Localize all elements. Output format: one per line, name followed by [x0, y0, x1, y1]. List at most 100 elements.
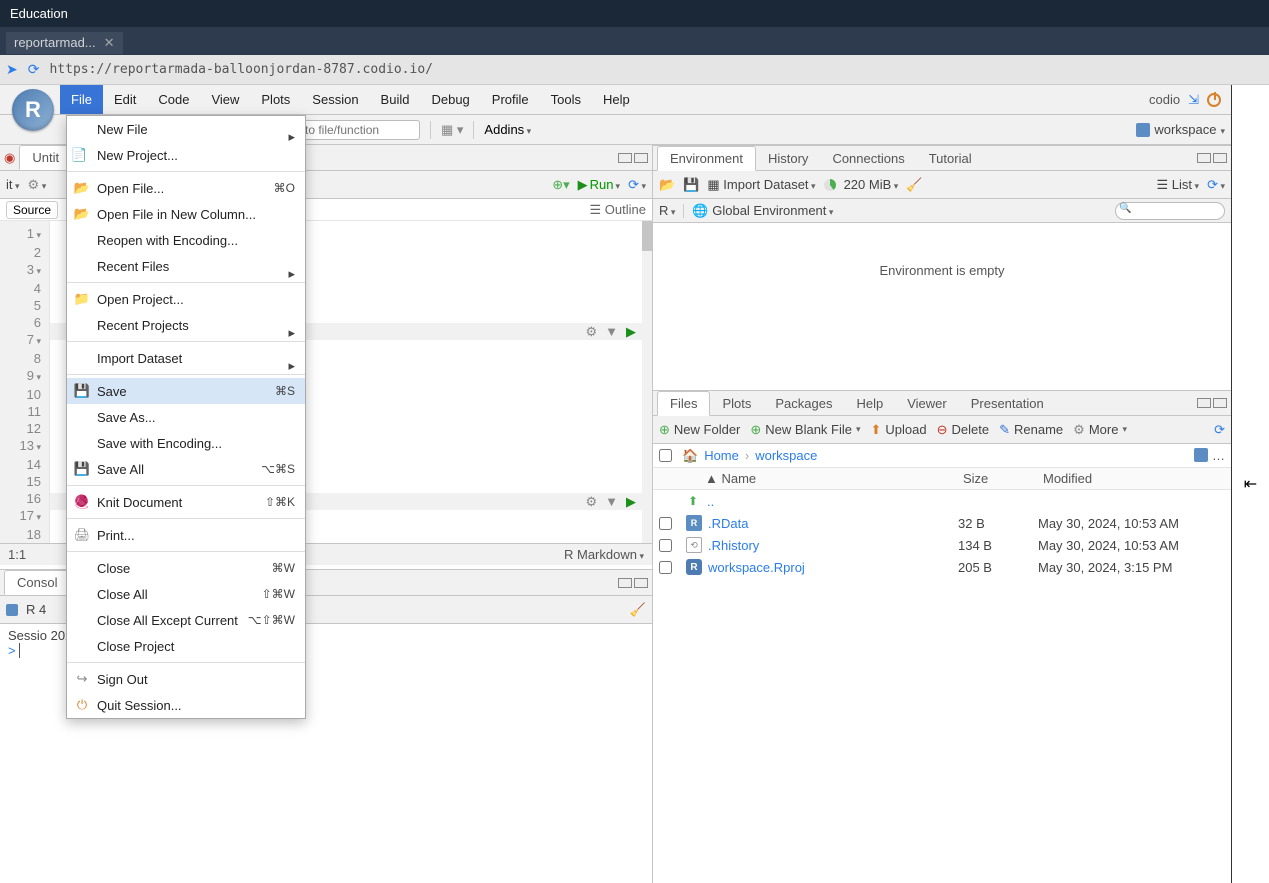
goto-file-input[interactable] [300, 120, 420, 140]
menu-profile[interactable]: Profile [481, 85, 540, 114]
menu-item-recent-projects[interactable]: Recent Projects [67, 312, 305, 338]
menu-item-new-project[interactable]: 📄New Project... [67, 142, 305, 168]
close-tab-icon[interactable]: ✕ [104, 35, 115, 51]
menu-help[interactable]: Help [592, 85, 641, 114]
menu-item-close-project[interactable]: Close Project [67, 633, 305, 659]
upload-button[interactable]: ⬆Upload [871, 422, 927, 438]
menu-file[interactable]: File [60, 85, 103, 114]
gear-icon[interactable]: ⚙ [28, 177, 47, 193]
tab-tutorial[interactable]: Tutorial [917, 147, 984, 170]
more-path-icon[interactable]: … [1212, 448, 1225, 463]
menu-item-close-all[interactable]: Close All⇧⌘W [67, 581, 305, 607]
grid-icon[interactable]: ▦ ▾ [441, 122, 463, 138]
minimize-pane-icon[interactable] [618, 578, 632, 588]
url-display[interactable]: https://reportarmada-balloonjordan-8787.… [49, 62, 433, 77]
run-above-icon[interactable]: ▼ [605, 323, 618, 340]
minimize-pane-icon[interactable] [1197, 153, 1211, 163]
menu-item-print[interactable]: 🖨Print... [67, 522, 305, 548]
open-external-icon[interactable]: ⇲ [1188, 92, 1199, 108]
run-button[interactable]: ▶Run [578, 177, 620, 193]
maximize-pane-icon[interactable] [1213, 398, 1227, 408]
insert-chunk-icon[interactable]: ⊕▾ [552, 177, 569, 193]
doc-type-selector[interactable]: R Markdown [564, 547, 644, 562]
run-chunk-icon[interactable]: ▶ [626, 493, 636, 510]
scrollbar-thumb[interactable] [642, 221, 652, 251]
menu-item-close-all-except-current[interactable]: Close All Except Current⌥⇧⌘W [67, 607, 305, 633]
chunk-gear-icon[interactable]: ⚙ [585, 493, 597, 510]
source-mode-button[interactable]: Source [6, 201, 58, 219]
load-workspace-icon[interactable]: 📂 [659, 177, 675, 193]
breadcrumb-home[interactable]: Home [704, 448, 739, 463]
more-button[interactable]: ⚙More [1073, 422, 1127, 438]
delete-button[interactable]: ⊖Delete [937, 422, 989, 438]
maximize-pane-icon[interactable] [634, 153, 648, 163]
select-all-checkbox[interactable] [659, 449, 672, 462]
editor-tab[interactable]: Untit [19, 145, 72, 170]
maximize-pane-icon[interactable] [634, 578, 648, 588]
new-folder-button[interactable]: ⊕New Folder [659, 422, 740, 438]
minimize-pane-icon[interactable] [618, 153, 632, 163]
tab-help[interactable]: Help [844, 392, 895, 415]
menu-item-open-file-in-new-column[interactable]: 📂Open File in New Column... [67, 201, 305, 227]
maximize-pane-icon[interactable] [1213, 153, 1227, 163]
menu-build[interactable]: Build [370, 85, 421, 114]
new-blank-file-button[interactable]: ⊕New Blank File [750, 422, 860, 438]
save-workspace-icon[interactable]: 💾 [683, 177, 699, 193]
menu-item-quit-session[interactable]: ⏻Quit Session... [67, 692, 305, 718]
refresh-env-icon[interactable]: ⟳ [1207, 177, 1225, 193]
menu-item-save-with-encoding[interactable]: Save with Encoding... [67, 430, 305, 456]
outline-toggle[interactable]: ☰ Outline [590, 202, 646, 218]
run-chunk-icon[interactable]: ▶ [626, 323, 636, 340]
workspace-selector[interactable]: workspace [1136, 122, 1225, 137]
file-checkbox[interactable] [659, 517, 672, 530]
file-name-link[interactable]: R.RData [682, 515, 958, 531]
file-name-link[interactable]: Rworkspace.Rproj [682, 559, 958, 575]
r-project-icon[interactable] [1194, 448, 1208, 462]
menu-item-open-project[interactable]: 📁Open Project... [67, 286, 305, 312]
tab-files[interactable]: Files [657, 391, 710, 416]
file-checkbox[interactable] [659, 539, 672, 552]
breadcrumb-folder[interactable]: workspace [755, 448, 817, 463]
menu-debug[interactable]: Debug [420, 85, 480, 114]
menu-item-knit-document[interactable]: 🧶Knit Document⇧⌘K [67, 489, 305, 515]
env-scope[interactable]: 🌐 Global Environment [692, 203, 833, 219]
tab-viewer[interactable]: Viewer [895, 392, 959, 415]
browser-tab[interactable]: reportarmad... ✕ [6, 32, 123, 54]
addins-dropdown[interactable]: Addins [484, 122, 531, 137]
menu-item-new-file[interactable]: New File [67, 116, 305, 142]
tab-plots[interactable]: Plots [710, 392, 763, 415]
menu-view[interactable]: View [200, 85, 250, 114]
tab-connections[interactable]: Connections [820, 147, 916, 170]
menu-item-open-file[interactable]: 📂Open File...⌘O [67, 175, 305, 201]
tab-presentation[interactable]: Presentation [959, 392, 1056, 415]
home-icon[interactable]: 🏠 [682, 448, 698, 464]
minimize-pane-icon[interactable] [1197, 398, 1211, 408]
menu-session[interactable]: Session [301, 85, 369, 114]
menu-plots[interactable]: Plots [250, 85, 301, 114]
env-view-mode[interactable]: ☰ List [1157, 177, 1200, 193]
broom-icon[interactable]: 🧹 [630, 602, 646, 618]
menu-item-save[interactable]: 💾Save⌘S [67, 378, 305, 404]
menu-item-recent-files[interactable]: Recent Files [67, 253, 305, 279]
tab-packages[interactable]: Packages [763, 392, 844, 415]
rename-button[interactable]: ✎Rename [999, 422, 1063, 438]
run-above-icon[interactable]: ▼ [605, 493, 618, 510]
expand-panel-handle[interactable]: ⇤ [1232, 85, 1269, 883]
console-tab[interactable]: Consol [4, 570, 70, 595]
menu-item-reopen-with-encoding[interactable]: Reopen with Encoding... [67, 227, 305, 253]
r-scope[interactable]: R [659, 203, 675, 218]
memory-gauge-icon[interactable] [824, 179, 836, 191]
clear-env-icon[interactable]: 🧹 [906, 177, 922, 193]
refresh-files-icon[interactable]: ⟳ [1214, 422, 1225, 437]
tab-environment[interactable]: Environment [657, 146, 756, 171]
nav-send-icon[interactable]: ➤ [6, 61, 18, 78]
power-icon[interactable] [1207, 93, 1221, 107]
import-dataset-button[interactable]: ▦ Import Dataset [707, 177, 815, 193]
menu-tools[interactable]: Tools [540, 85, 592, 114]
menu-item-save-as[interactable]: Save As... [67, 404, 305, 430]
menu-item-sign-out[interactable]: ↪Sign Out [67, 666, 305, 692]
menu-edit[interactable]: Edit [103, 85, 147, 114]
tab-history[interactable]: History [756, 147, 820, 170]
reload-icon[interactable]: ⟳ [28, 61, 40, 78]
file-name-link[interactable]: ⬆.. [681, 493, 957, 509]
